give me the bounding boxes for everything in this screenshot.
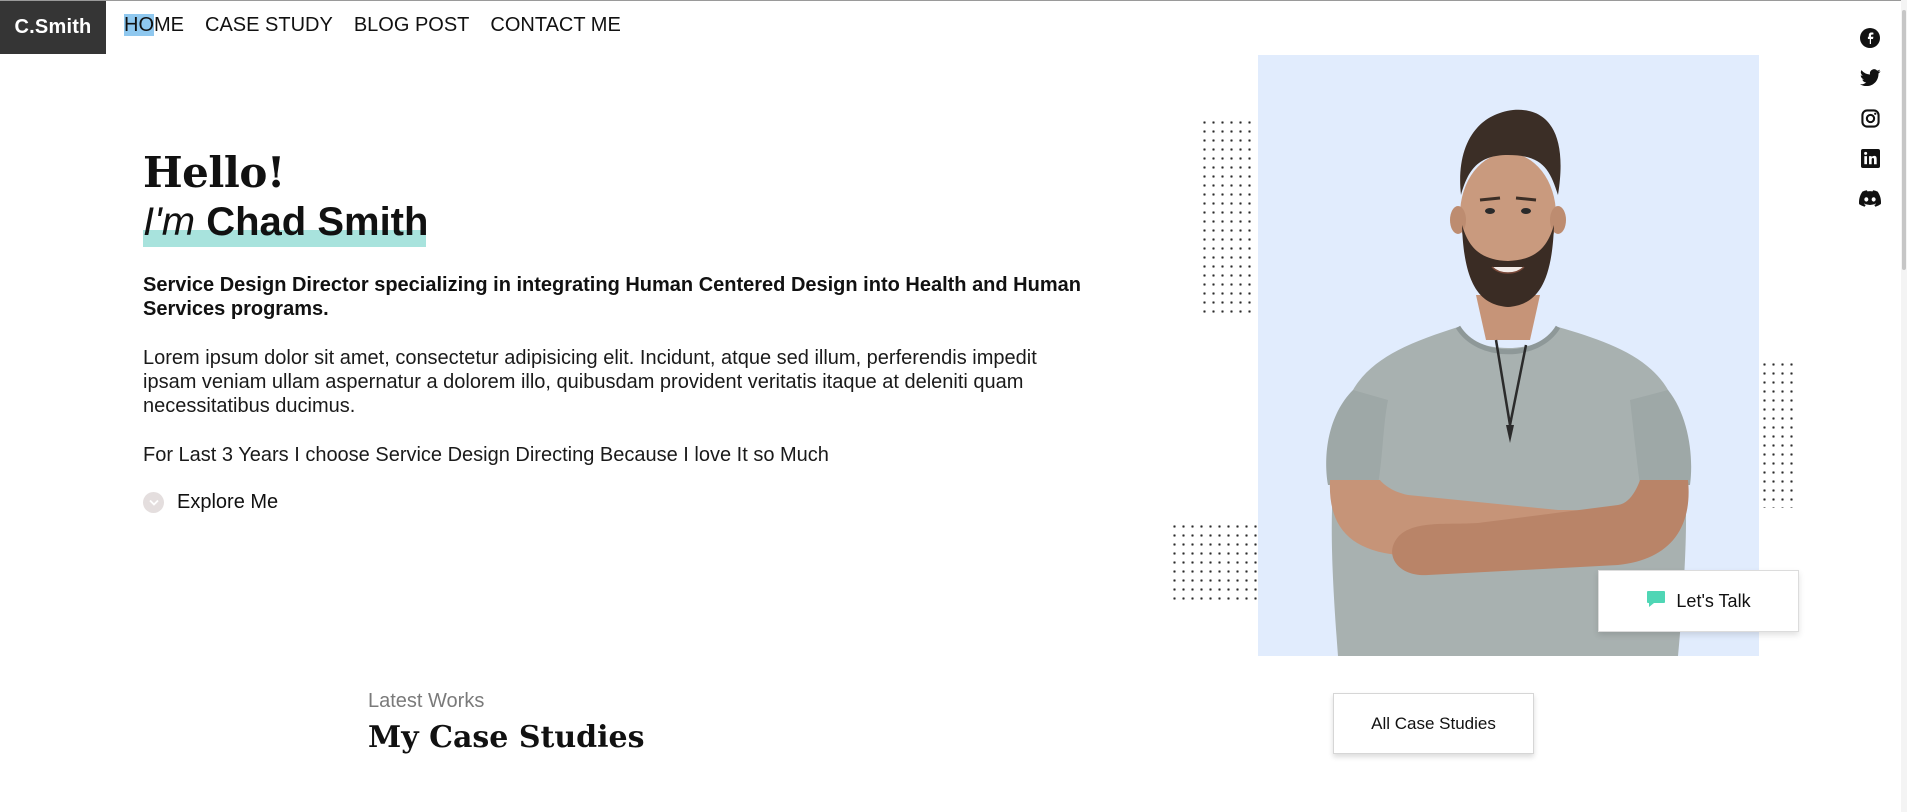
- section-kicker: Latest Works: [368, 690, 485, 712]
- profile-photo: [1258, 55, 1759, 656]
- section-title: My Case Studies: [368, 720, 645, 755]
- lets-talk-label: Let's Talk: [1676, 590, 1751, 611]
- chevron-down-icon: [143, 492, 164, 513]
- hero-greeting: Hello!: [143, 148, 285, 197]
- facebook-icon[interactable]: [1858, 28, 1882, 48]
- linkedin-icon[interactable]: [1858, 148, 1882, 168]
- instagram-icon[interactable]: [1858, 108, 1882, 128]
- hero-im: I'm: [143, 200, 196, 244]
- nav-blog-post[interactable]: BLOG POST: [354, 14, 470, 37]
- dot-pattern-top: [1200, 118, 1256, 314]
- discord-icon[interactable]: [1858, 188, 1882, 208]
- chat-icon: [1646, 590, 1666, 613]
- hero-name-row: I'm Chad Smith: [143, 198, 428, 246]
- scrollbar-thumb[interactable]: [1902, 10, 1906, 270]
- page-scrollbar[interactable]: [1901, 0, 1907, 812]
- twitter-icon[interactable]: [1858, 68, 1882, 88]
- hero-tagline: For Last 3 Years I choose Service Design…: [143, 444, 829, 466]
- brand-logo[interactable]: C.Smith: [0, 1, 106, 54]
- lets-talk-button[interactable]: Let's Talk: [1598, 570, 1799, 632]
- social-links: [1858, 28, 1882, 208]
- nav-case-study[interactable]: CASE STUDY: [205, 14, 333, 37]
- nav-home[interactable]: HOME: [124, 14, 184, 37]
- hero-description: Lorem ipsum dolor sit amet, consectetur …: [143, 347, 1037, 417]
- dot-pattern-right: [1760, 360, 1798, 508]
- all-case-studies-button[interactable]: All Case Studies: [1333, 693, 1534, 754]
- hero-name: Chad Smith: [206, 200, 429, 244]
- explore-me-label: Explore Me: [177, 491, 279, 513]
- explore-me-link[interactable]: Explore Me: [143, 491, 278, 514]
- main-nav: HOME CASE STUDY BLOG POST CONTACT ME: [124, 14, 621, 37]
- hero-subtitle: Service Design Director specializing in …: [143, 274, 1081, 320]
- top-border: [0, 0, 1907, 1]
- nav-contact-me[interactable]: CONTACT ME: [490, 14, 620, 37]
